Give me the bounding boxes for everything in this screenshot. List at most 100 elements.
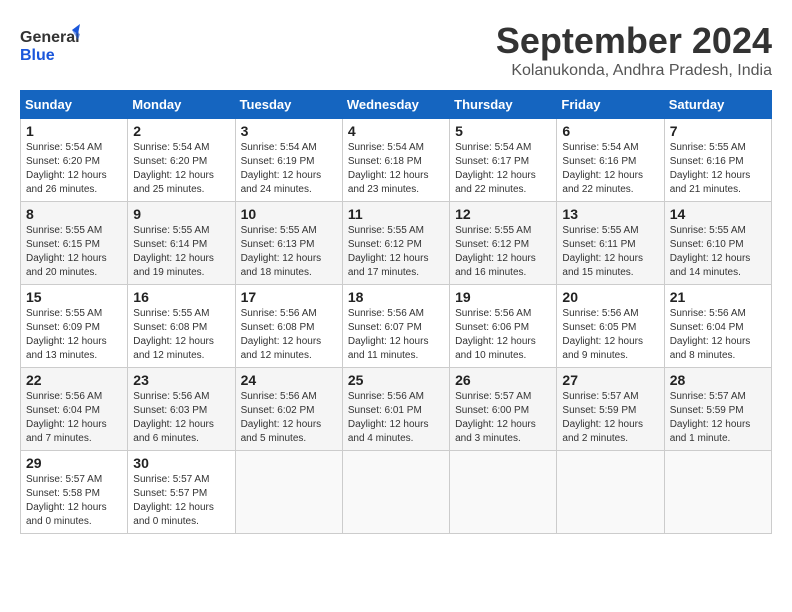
day-info: Sunrise: 5:55 AMSunset: 6:15 PMDaylight:… xyxy=(26,224,122,280)
calendar-cell: 20 Sunrise: 5:56 AMSunset: 6:05 PMDayligh… xyxy=(557,285,664,368)
calendar-cell xyxy=(450,451,557,534)
day-info: Sunrise: 5:57 AMSunset: 5:59 PMDaylight:… xyxy=(670,390,766,446)
calendar-cell: 2 Sunrise: 5:54 AMSunset: 6:20 PMDaylight… xyxy=(128,119,235,202)
calendar-cell: 11 Sunrise: 5:55 AMSunset: 6:12 PMDayligh… xyxy=(342,202,449,285)
calendar-cell: 19Sunrise: 5:56 AMSunset: 6:06 PMDayligh… xyxy=(450,285,557,368)
day-info: Sunrise: 5:56 AMSunset: 6:08 PMDaylight:… xyxy=(241,307,337,363)
day-number: 17 xyxy=(241,289,337,305)
day-number: 13 xyxy=(562,206,658,222)
day-info: Sunrise: 5:56 AMSunset: 6:02 PMDaylight:… xyxy=(241,390,337,446)
day-number: 11 xyxy=(348,206,444,222)
calendar-cell: 3 Sunrise: 5:54 AMSunset: 6:19 PMDaylight… xyxy=(235,119,342,202)
svg-text:Blue: Blue xyxy=(20,47,55,64)
day-number: 16 xyxy=(133,289,229,305)
calendar-cell: 16Sunrise: 5:55 AMSunset: 6:08 PMDayligh… xyxy=(128,285,235,368)
column-header-monday: Monday xyxy=(128,91,235,119)
calendar-cell: 15Sunrise: 5:55 AMSunset: 6:09 PMDayligh… xyxy=(21,285,128,368)
calendar-cell: 7Sunrise: 5:55 AMSunset: 6:16 PMDaylight… xyxy=(664,119,771,202)
title-section: September 2024 Kolanukonda, Andhra Prade… xyxy=(496,20,772,80)
column-header-thursday: Thursday xyxy=(450,91,557,119)
calendar-table: SundayMondayTuesdayWednesdayThursdayFrid… xyxy=(20,90,772,534)
day-info: Sunrise: 5:56 AMSunset: 6:04 PMDaylight:… xyxy=(670,307,766,363)
day-info: Sunrise: 5:57 AMSunset: 5:59 PMDaylight:… xyxy=(562,390,658,446)
calendar-cell: 18 Sunrise: 5:56 AMSunset: 6:07 PMDayligh… xyxy=(342,285,449,368)
location-title: Kolanukonda, Andhra Pradesh, India xyxy=(496,62,772,80)
calendar-cell: 28 Sunrise: 5:57 AMSunset: 5:59 PMDayligh… xyxy=(664,368,771,451)
calendar-cell: 17 Sunrise: 5:56 AMSunset: 6:08 PMDayligh… xyxy=(235,285,342,368)
calendar-cell: 5Sunrise: 5:54 AMSunset: 6:17 PMDaylight… xyxy=(450,119,557,202)
day-number: 23 xyxy=(133,372,229,388)
calendar-week-row: 1 Sunrise: 5:54 AMSunset: 6:20 PMDaylight… xyxy=(21,119,772,202)
day-number: 9 xyxy=(133,206,229,222)
day-number: 2 xyxy=(133,123,229,139)
day-info: Sunrise: 5:55 AMSunset: 6:10 PMDaylight:… xyxy=(670,224,766,280)
day-info: Sunrise: 5:55 AMSunset: 6:14 PMDaylight:… xyxy=(133,224,229,280)
calendar-cell: 12Sunrise: 5:55 AMSunset: 6:12 PMDayligh… xyxy=(450,202,557,285)
day-number: 30 xyxy=(133,455,229,471)
calendar-header-row: SundayMondayTuesdayWednesdayThursdayFrid… xyxy=(21,91,772,119)
day-number: 4 xyxy=(348,123,444,139)
day-info: Sunrise: 5:55 AMSunset: 6:13 PMDaylight:… xyxy=(241,224,337,280)
day-number: 3 xyxy=(241,123,337,139)
calendar-cell: 4 Sunrise: 5:54 AMSunset: 6:18 PMDaylight… xyxy=(342,119,449,202)
day-number: 8 xyxy=(26,206,122,222)
calendar-cell xyxy=(664,451,771,534)
day-number: 28 xyxy=(670,372,766,388)
column-header-wednesday: Wednesday xyxy=(342,91,449,119)
day-info: Sunrise: 5:56 AMSunset: 6:04 PMDaylight:… xyxy=(26,390,122,446)
calendar-cell: 22Sunrise: 5:56 AMSunset: 6:04 PMDayligh… xyxy=(21,368,128,451)
calendar-cell: 1 Sunrise: 5:54 AMSunset: 6:20 PMDaylight… xyxy=(21,119,128,202)
calendar-week-row: 29 Sunrise: 5:57 AMSunset: 5:58 PMDayligh… xyxy=(21,451,772,534)
calendar-cell: 9 Sunrise: 5:55 AMSunset: 6:14 PMDaylight… xyxy=(128,202,235,285)
day-info: Sunrise: 5:54 AMSunset: 6:19 PMDaylight:… xyxy=(241,141,337,197)
calendar-cell: 6 Sunrise: 5:54 AMSunset: 6:16 PMDaylight… xyxy=(557,119,664,202)
day-number: 10 xyxy=(241,206,337,222)
day-number: 21 xyxy=(670,289,766,305)
day-info: Sunrise: 5:57 AMSunset: 5:58 PMDaylight:… xyxy=(26,473,122,529)
day-number: 7 xyxy=(670,123,766,139)
logo: General Blue xyxy=(20,20,80,70)
day-number: 12 xyxy=(455,206,551,222)
day-number: 14 xyxy=(670,206,766,222)
day-info: Sunrise: 5:54 AMSunset: 6:20 PMDaylight:… xyxy=(26,141,122,197)
day-info: Sunrise: 5:57 AMSunset: 5:57 PMDaylight:… xyxy=(133,473,229,529)
calendar-cell xyxy=(557,451,664,534)
column-header-sunday: Sunday xyxy=(21,91,128,119)
day-info: Sunrise: 5:55 AMSunset: 6:11 PMDaylight:… xyxy=(562,224,658,280)
day-info: Sunrise: 5:56 AMSunset: 6:03 PMDaylight:… xyxy=(133,390,229,446)
calendar-cell: 14 Sunrise: 5:55 AMSunset: 6:10 PMDayligh… xyxy=(664,202,771,285)
column-header-saturday: Saturday xyxy=(664,91,771,119)
calendar-week-row: 15Sunrise: 5:55 AMSunset: 6:09 PMDayligh… xyxy=(21,285,772,368)
logo-icon: General Blue xyxy=(20,20,80,70)
day-info: Sunrise: 5:55 AMSunset: 6:12 PMDaylight:… xyxy=(348,224,444,280)
column-header-friday: Friday xyxy=(557,91,664,119)
calendar-cell: 27Sunrise: 5:57 AMSunset: 5:59 PMDayligh… xyxy=(557,368,664,451)
day-number: 18 xyxy=(348,289,444,305)
calendar-cell: 23 Sunrise: 5:56 AMSunset: 6:03 PMDayligh… xyxy=(128,368,235,451)
calendar-cell: 30 Sunrise: 5:57 AMSunset: 5:57 PMDayligh… xyxy=(128,451,235,534)
day-number: 5 xyxy=(455,123,551,139)
calendar-week-row: 8 Sunrise: 5:55 AMSunset: 6:15 PMDaylight… xyxy=(21,202,772,285)
day-info: Sunrise: 5:56 AMSunset: 6:01 PMDaylight:… xyxy=(348,390,444,446)
month-title: September 2024 xyxy=(496,20,772,62)
day-number: 6 xyxy=(562,123,658,139)
day-number: 24 xyxy=(241,372,337,388)
day-info: Sunrise: 5:54 AMSunset: 6:20 PMDaylight:… xyxy=(133,141,229,197)
day-number: 29 xyxy=(26,455,122,471)
day-info: Sunrise: 5:56 AMSunset: 6:07 PMDaylight:… xyxy=(348,307,444,363)
calendar-cell: 13 Sunrise: 5:55 AMSunset: 6:11 PMDayligh… xyxy=(557,202,664,285)
calendar-cell xyxy=(235,451,342,534)
day-info: Sunrise: 5:54 AMSunset: 6:16 PMDaylight:… xyxy=(562,141,658,197)
day-number: 1 xyxy=(26,123,122,139)
column-header-tuesday: Tuesday xyxy=(235,91,342,119)
day-info: Sunrise: 5:57 AMSunset: 6:00 PMDaylight:… xyxy=(455,390,551,446)
calendar-cell: 8 Sunrise: 5:55 AMSunset: 6:15 PMDaylight… xyxy=(21,202,128,285)
calendar-cell: 25Sunrise: 5:56 AMSunset: 6:01 PMDayligh… xyxy=(342,368,449,451)
day-number: 19 xyxy=(455,289,551,305)
calendar-cell: 24 Sunrise: 5:56 AMSunset: 6:02 PMDayligh… xyxy=(235,368,342,451)
day-number: 20 xyxy=(562,289,658,305)
calendar-cell: 26Sunrise: 5:57 AMSunset: 6:00 PMDayligh… xyxy=(450,368,557,451)
day-info: Sunrise: 5:56 AMSunset: 6:05 PMDaylight:… xyxy=(562,307,658,363)
day-info: Sunrise: 5:54 AMSunset: 6:18 PMDaylight:… xyxy=(348,141,444,197)
svg-text:General: General xyxy=(20,29,80,46)
